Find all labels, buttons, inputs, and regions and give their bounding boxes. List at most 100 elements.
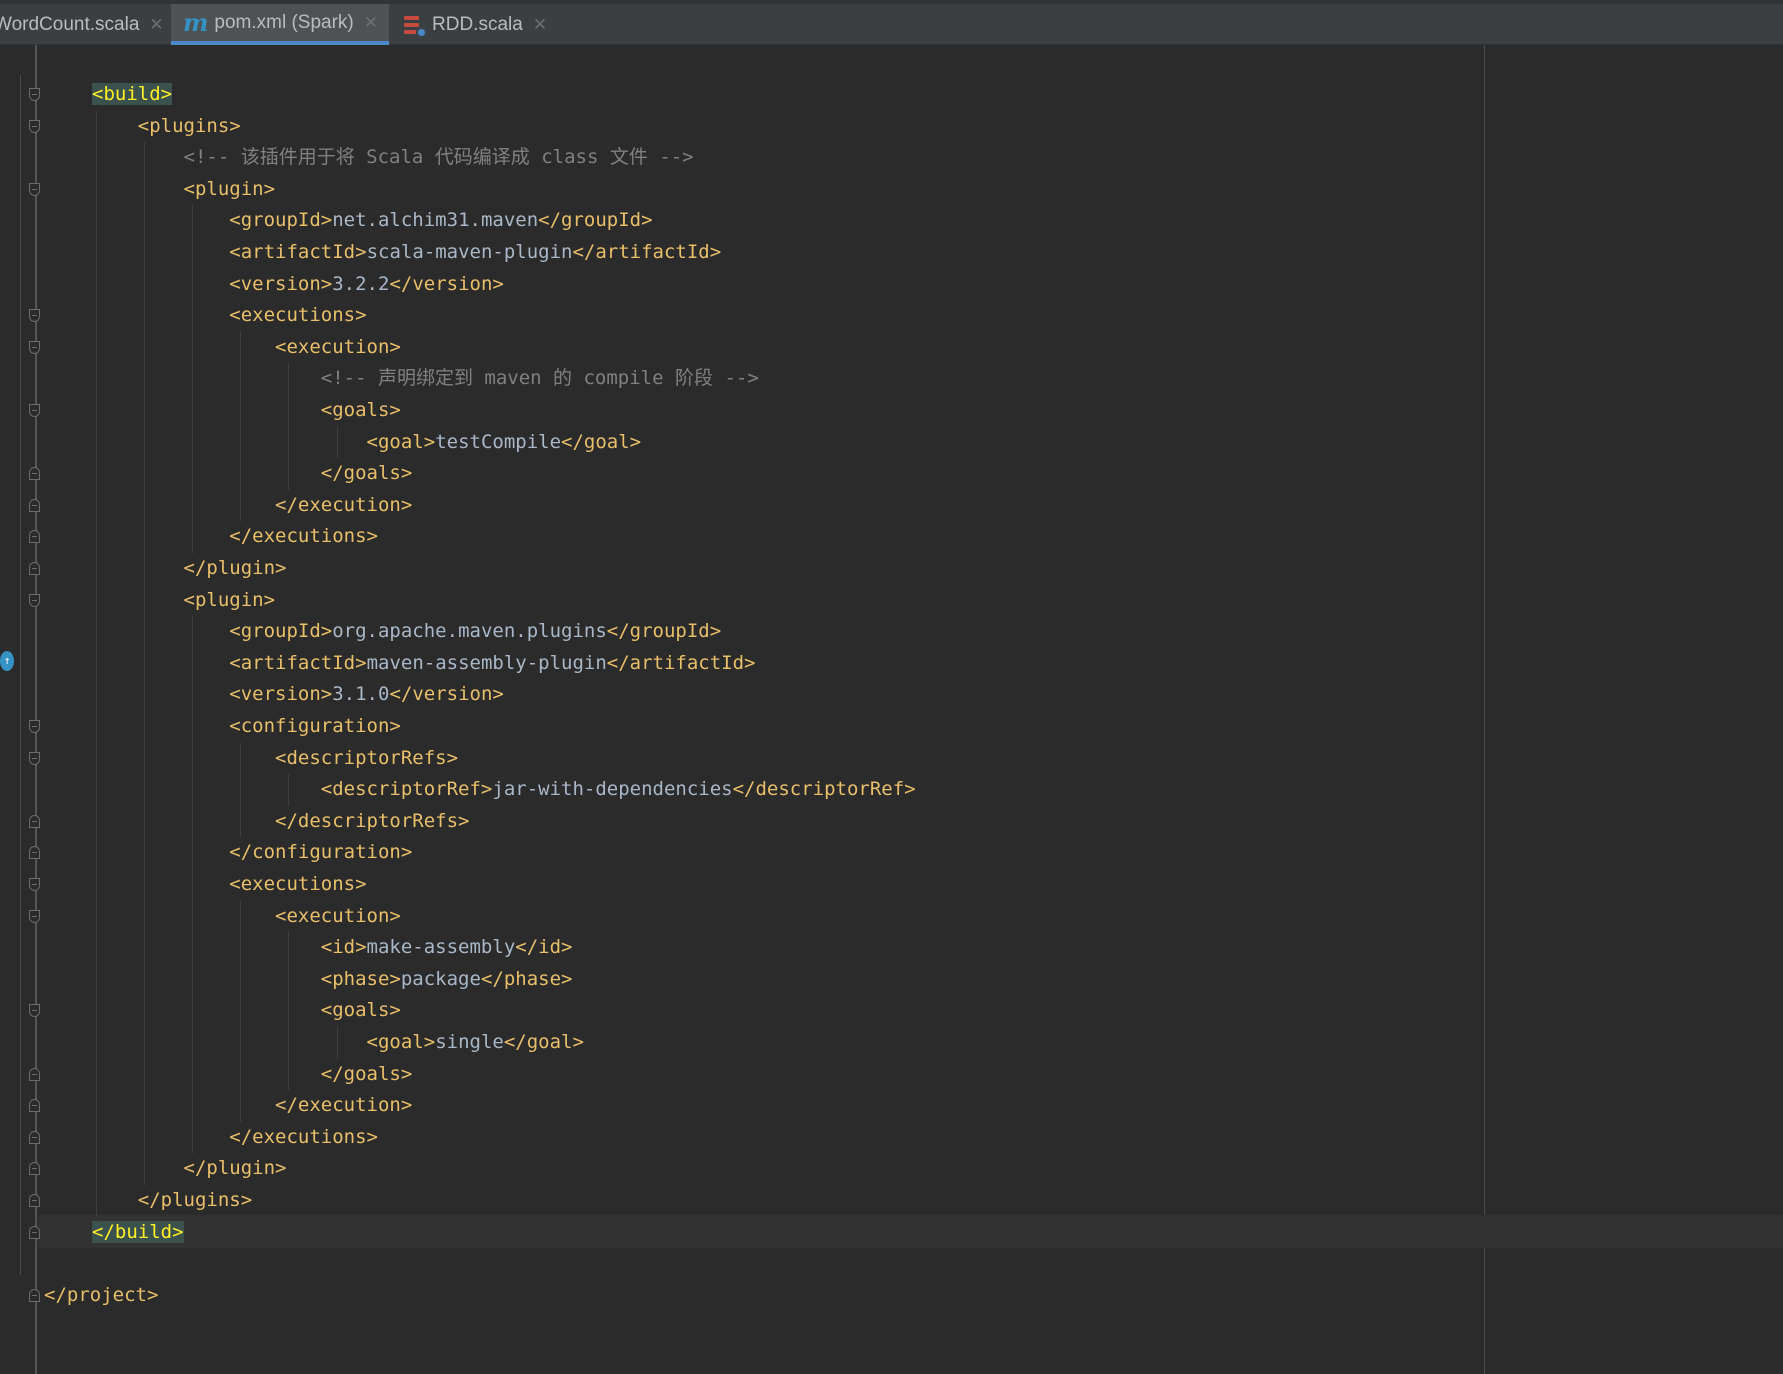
fold-expand-icon[interactable] xyxy=(29,909,40,923)
code-line: </goals> xyxy=(92,458,413,489)
close-icon[interactable]: ✕ xyxy=(533,15,547,35)
fold-expand-icon[interactable] xyxy=(29,119,40,133)
fold-collapse-icon[interactable] xyxy=(29,1194,40,1207)
xml-tag: </version> xyxy=(389,272,504,295)
code-line: <!-- 声明绑定到 maven 的 compile 阶段 --> xyxy=(92,363,759,394)
tab-label: RDD.scala xyxy=(432,13,523,35)
tab-rdd-scala[interactable]: RDD.scala ✕ xyxy=(400,4,550,45)
fold-collapse-icon[interactable] xyxy=(29,562,40,575)
xml-tag: </goals> xyxy=(320,1062,413,1085)
maven-m-icon: m xyxy=(183,8,209,37)
xml-tag: </goal> xyxy=(561,430,642,453)
fold-collapse-icon[interactable] xyxy=(29,814,40,828)
xml-tag: </configuration> xyxy=(229,841,413,864)
xml-tag: <id> xyxy=(320,936,367,959)
xml-text: org.apache.maven.plugins xyxy=(332,620,607,643)
run-maven-goal-icon[interactable]: ↑ xyxy=(0,651,14,671)
xml-tag: </artifactId> xyxy=(572,241,722,263)
code-line: <plugins> xyxy=(92,111,241,142)
xml-tag: <execution> xyxy=(275,904,401,927)
xml-tag: <configuration> xyxy=(229,715,401,737)
xml-tag: <descriptorRef> xyxy=(320,778,493,801)
xml-text: maven-assembly-plugin xyxy=(366,651,607,674)
code-line: <plugin> xyxy=(92,174,276,205)
code-line: </plugin> xyxy=(92,553,287,584)
xml-tag: </execution> xyxy=(275,1094,413,1117)
xml-tag: <executions> xyxy=(229,304,367,327)
fold-expand-icon[interactable] xyxy=(29,88,40,101)
code-line: <goals> xyxy=(92,995,401,1026)
fold-collapse-icon[interactable] xyxy=(29,1225,40,1239)
code-line: <artifactId>maven-assembly-plugin</artif… xyxy=(92,648,756,679)
fold-collapse-icon[interactable] xyxy=(29,498,40,512)
code-line: <artifactId>scala-maven-plugin</artifact… xyxy=(92,237,721,268)
code-line: <plugin> xyxy=(92,585,276,616)
xml-tag: </project> xyxy=(44,1283,159,1306)
fold-expand-icon[interactable] xyxy=(29,751,40,765)
fold-expand-icon[interactable] xyxy=(29,720,40,733)
xml-tag: </version> xyxy=(389,683,504,706)
xml-tag: <artifactId> xyxy=(229,651,367,674)
fold-collapse-icon[interactable] xyxy=(29,1099,40,1113)
xml-tag: </artifactId> xyxy=(606,651,756,674)
code-line: <executions> xyxy=(92,300,367,331)
xml-tag: </plugins> xyxy=(137,1189,253,1211)
code-line: </build> xyxy=(92,1217,184,1248)
code-line: <execution> xyxy=(92,332,401,363)
tab-pom-xml[interactable]: m pom.xml (Spark) ✕ xyxy=(171,4,389,45)
xml-tag: <version> xyxy=(229,272,333,295)
xml-tag: <phase> xyxy=(320,967,401,990)
matched-build-tag: </build> xyxy=(92,1220,184,1243)
xml-tag: <artifactId> xyxy=(229,241,367,263)
close-icon[interactable]: ✕ xyxy=(364,13,378,33)
code-line: </goals> xyxy=(92,1059,413,1090)
fold-expand-icon[interactable] xyxy=(29,182,40,196)
tab-wordcount-scala[interactable]: WordCount.scala ✕ xyxy=(0,4,164,45)
xml-tag: </groupId> xyxy=(606,620,722,643)
code-line: </plugin> xyxy=(92,1153,287,1184)
fold-expand-icon[interactable] xyxy=(29,1004,40,1018)
tab-label: pom.xml (Spark) xyxy=(214,11,354,33)
xml-text: net.alchim31.maven xyxy=(332,209,539,232)
xml-tag: <plugins> xyxy=(137,114,241,137)
fold-collapse-icon[interactable] xyxy=(29,1130,40,1144)
xml-tag: </groupId> xyxy=(538,209,653,232)
fold-collapse-icon[interactable] xyxy=(29,846,40,860)
code-comment: <!-- 该插件用于将 Scala 代码编译成 class 文件 --> xyxy=(183,146,694,169)
code-line: </configuration> xyxy=(92,837,412,868)
code-editor[interactable]: ↑ <build> <plugins> <!-- 该插件用于将 Scala 代码… xyxy=(0,45,1783,1374)
code-line: <version>3.1.0</version> xyxy=(92,679,504,710)
xml-text: make-assembly xyxy=(366,936,516,959)
fold-expand-icon[interactable] xyxy=(29,340,40,354)
fold-expand-icon[interactable] xyxy=(29,593,40,607)
xml-text: testCompile xyxy=(435,430,562,453)
xml-text: 3.1.0 xyxy=(332,683,390,706)
xml-tag: <version> xyxy=(229,683,333,706)
fold-expand-icon[interactable] xyxy=(29,404,40,417)
fold-collapse-icon[interactable] xyxy=(29,530,40,544)
fold-collapse-icon[interactable] xyxy=(29,1288,40,1302)
xml-tag: <plugin> xyxy=(183,588,276,611)
code-line: <version>3.2.2</version> xyxy=(92,269,504,300)
xml-tag: <goals> xyxy=(320,399,401,421)
editor-tab-bar: WordCount.scala ✕ m pom.xml (Spark) ✕ RD… xyxy=(0,0,1783,45)
xml-text: scala-maven-plugin xyxy=(366,241,573,263)
xml-tag: <goal> xyxy=(366,430,436,453)
fold-collapse-icon[interactable] xyxy=(29,467,40,481)
code-line: <phase>package</phase> xyxy=(92,964,573,995)
xml-tag: <descriptorRefs> xyxy=(275,746,459,769)
code-line: <!-- 该插件用于将 Scala 代码编译成 class 文件 --> xyxy=(92,142,694,173)
xml-tag: </descriptorRef> xyxy=(732,778,916,801)
fold-collapse-icon[interactable] xyxy=(29,1162,40,1176)
close-icon[interactable]: ✕ xyxy=(149,15,163,35)
fold-collapse-icon[interactable] xyxy=(29,1067,40,1081)
gutter-divider xyxy=(20,75,21,1275)
fold-expand-icon[interactable] xyxy=(29,878,40,891)
xml-tag: </phase> xyxy=(480,967,573,990)
xml-tag: <goals> xyxy=(320,999,401,1022)
code-line: <configuration> xyxy=(92,711,401,742)
xml-text: single xyxy=(435,1031,504,1053)
xml-tag: </plugin> xyxy=(183,557,287,579)
code-line: <goal>single</goal> xyxy=(92,1027,584,1058)
fold-expand-icon[interactable] xyxy=(29,309,40,323)
